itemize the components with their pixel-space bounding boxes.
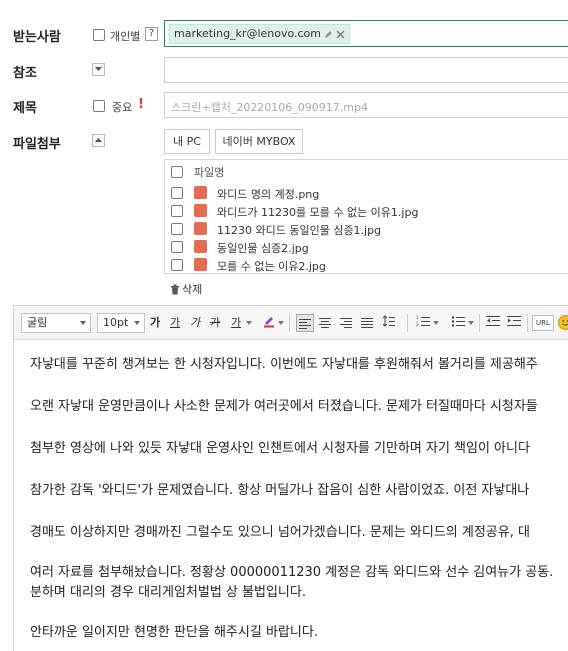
underline-button[interactable]: 가 [166, 314, 184, 332]
editor: 굴림 10pt 가 가 가 가 가 12 URL 자낳대를 꾸준히 챙겨보는 한… [13, 305, 568, 651]
personal-checkbox[interactable] [93, 29, 105, 41]
strikethrough-button[interactable]: 가 [206, 314, 224, 332]
recipient-address: marketing_kr@lenovo.com [174, 27, 322, 40]
trash-icon [171, 284, 179, 294]
recipients-field[interactable]: marketing_kr@lenovo.com [164, 20, 568, 47]
file-name-header: 파일명 [194, 166, 225, 179]
file-list: 파일명 와디드 명의 계정.png 와디드가 11230를 모를 수 없는 이유… [164, 159, 568, 274]
bold-button[interactable]: 가 [146, 314, 164, 332]
bullet-list-icon [451, 316, 465, 327]
edit-icon[interactable] [324, 30, 333, 39]
font-family-select[interactable]: 굴림 [21, 313, 91, 333]
file-name: 11230 와디드 동일인물 심증1.jpg [217, 224, 382, 237]
numbered-list-caret[interactable] [433, 321, 439, 325]
numbered-list-icon: 12 [416, 315, 430, 327]
subject-placeholder: 스크린+캡처_20220106_090917.mp4 [171, 101, 368, 114]
image-file-icon [194, 222, 207, 235]
line-height-button[interactable] [380, 314, 398, 332]
align-justify-button[interactable] [359, 314, 377, 332]
body-paragraph: 분하며 대리의 경우 대리게임처벌법 상 불법입니다. [30, 585, 306, 600]
file-checkbox[interactable] [171, 187, 183, 199]
link-button[interactable]: URL [532, 315, 554, 331]
line-height-icon [382, 315, 395, 327]
help-button[interactable]: ? [145, 27, 158, 41]
chevron-up-icon [95, 138, 102, 142]
chevron-down-icon [95, 67, 102, 71]
file-name: 와디드가 11230를 모를 수 없는 이유1.jpg [217, 206, 419, 219]
image-file-icon [194, 186, 207, 199]
delete-button[interactable]: 삭제 [170, 281, 202, 297]
file-checkbox[interactable] [171, 223, 183, 235]
file-name: 와디드 명의 계정.png [217, 188, 320, 201]
font-family-value: 굴림 [27, 316, 48, 329]
image-file-icon [194, 258, 207, 271]
indent-icon [507, 316, 521, 326]
file-list-header: 파일명 [165, 160, 568, 184]
toolbar-separator [479, 314, 480, 332]
align-left-button[interactable] [296, 314, 314, 332]
file-checkbox[interactable] [171, 259, 183, 271]
font-size-select[interactable]: 10pt [97, 313, 145, 333]
important-checkbox[interactable] [93, 100, 105, 112]
indent-button[interactable] [505, 314, 523, 332]
close-icon[interactable] [336, 30, 345, 39]
font-color-button[interactable]: 가 [227, 314, 245, 332]
file-row[interactable]: 동일인물 심증2.jpg [165, 238, 568, 256]
attachments-collapse-button[interactable] [92, 134, 105, 147]
cc-expand-button[interactable] [92, 63, 105, 76]
font-color-caret[interactable] [246, 321, 252, 325]
file-name: 동일인물 심증2.jpg [217, 242, 309, 255]
highlight-caret[interactable] [278, 321, 284, 325]
recipients-label: 받는사람 [13, 30, 61, 45]
bullet-list-button[interactable] [449, 314, 467, 332]
align-center-button[interactable] [317, 314, 335, 332]
outdent-button[interactable] [484, 314, 502, 332]
file-row[interactable]: 와디드 명의 계정.png [165, 184, 568, 202]
file-row[interactable]: 11230 와디드 동일인물 심증1.jpg [165, 220, 568, 238]
highlighter-icon [264, 317, 274, 328]
editor-toolbar: 굴림 10pt 가 가 가 가 가 12 URL [14, 306, 568, 340]
svg-text:1: 1 [416, 315, 419, 320]
image-file-icon [194, 204, 207, 217]
bullet-list-caret[interactable] [468, 321, 474, 325]
file-name: 모를 수 없는 이유2.jpg [217, 260, 326, 273]
outdent-icon [486, 316, 500, 326]
important-mark: ! [138, 97, 144, 112]
toolbar-separator [289, 314, 290, 332]
important-label: 중요 [112, 101, 133, 114]
file-row[interactable]: 모를 수 없는 이유2.jpg [165, 256, 568, 274]
body-paragraph: 여러 자료를 첨부해놨습니다. 정황상 00000011230 계정은 감독 와… [30, 565, 554, 580]
recipient-tag[interactable]: marketing_kr@lenovo.com [169, 24, 351, 44]
body-paragraph: 안타까운 일이지만 현명한 판단을 해주시길 바랍니다. [30, 625, 318, 640]
my-pc-button[interactable]: 내 PC [164, 129, 210, 154]
personal-label: 개인별 [110, 30, 141, 43]
emoticon-button[interactable] [558, 315, 568, 330]
mybox-button[interactable]: 네이버 MYBOX [215, 129, 303, 154]
body-paragraph: 경매도 이상하지만 경매까진 그럴수도 있으니 넘어가겠습니다. 문제는 와디드… [30, 525, 530, 540]
cc-label: 참조 [13, 66, 37, 81]
image-file-icon [194, 240, 207, 253]
file-checkbox[interactable] [171, 241, 183, 253]
delete-label: 삭제 [182, 283, 203, 296]
body-paragraph: 첨부한 영상에 나와 있듯 자낳대 운영사인 인챈트에서 시청자를 기만하며 자… [30, 441, 530, 456]
font-size-value: 10pt [103, 316, 129, 329]
svg-text:2: 2 [416, 322, 419, 327]
file-checkbox[interactable] [171, 205, 183, 217]
subject-label: 제목 [13, 101, 37, 116]
body-paragraph: 참가한 감독 '와디드'가 문제였습니다. 항상 머딜가나 잡음이 심한 사람이… [30, 483, 530, 498]
italic-button[interactable]: 가 [186, 314, 204, 332]
toolbar-separator [527, 314, 528, 332]
align-right-button[interactable] [338, 314, 356, 332]
subject-field[interactable]: 스크린+캡처_20220106_090917.mp4 [164, 92, 568, 118]
body-paragraph: 자낳대를 꾸준히 챙겨보는 한 시청자입니다. 이번에도 자낳대를 후원해줘서 … [30, 357, 538, 372]
file-row[interactable]: 와디드가 11230를 모를 수 없는 이유1.jpg [165, 202, 568, 220]
numbered-list-button[interactable]: 12 [414, 314, 432, 332]
toolbar-separator [407, 314, 408, 332]
cc-field[interactable] [164, 57, 568, 83]
attachments-label: 파일첨부 [13, 137, 61, 152]
highlight-button[interactable] [260, 314, 278, 332]
select-all-checkbox[interactable] [171, 166, 183, 178]
body-paragraph: 오랜 자낳대 운영만큼이나 사소한 문제가 여러곳에서 터졌습니다. 문제가 터… [30, 399, 538, 414]
smiley-icon [562, 320, 568, 326]
